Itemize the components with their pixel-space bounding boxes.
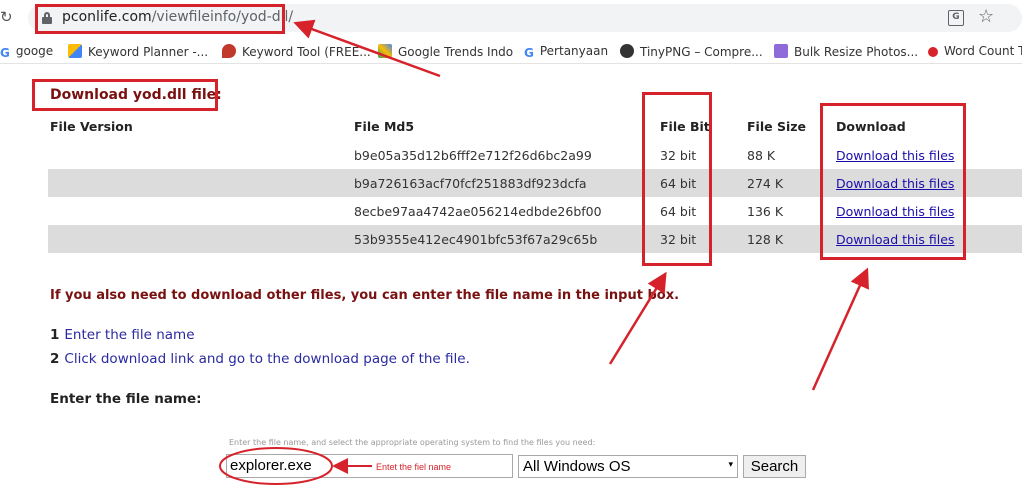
bookmark-keyword-planner[interactable]: Keyword Planner -... [68, 44, 208, 59]
bookmarks-bar: Ggooge Keyword Planner -... Keyword Tool… [0, 38, 1022, 64]
bookmark-tinypng[interactable]: TinyPNG – Compre... [620, 44, 763, 59]
os-select[interactable]: All Windows OS ▾ [518, 455, 738, 478]
enter-file-name-label: Enter the file name: [50, 391, 202, 407]
google-icon: G [0, 46, 10, 60]
annotation-box-file-bit [642, 92, 712, 266]
bookmark-google-trends[interactable]: Google Trends Indo [378, 44, 513, 59]
annotation-arrow-download [811, 267, 869, 391]
search-hint: Enter the file name, and select the appr… [229, 438, 596, 447]
header-file-md5: File Md5 [354, 119, 415, 134]
step-2: 2 Click download link and go to the downl… [50, 351, 470, 367]
file-size: 88 K [747, 148, 776, 163]
translate-icon[interactable]: G [948, 10, 964, 26]
file-name-input[interactable]: explorer.exe [226, 454, 513, 478]
file-size: 274 K [747, 176, 784, 191]
annotation-box-heading [32, 79, 218, 111]
bookmark-star-icon[interactable]: ☆ [978, 6, 994, 27]
header-file-version: File Version [50, 119, 133, 134]
os-select-value: All Windows OS [523, 458, 631, 475]
annotation-input-note: Entet the fiel name [376, 462, 452, 472]
file-md5: b9a726163acf70fcf251883df923dcfa [354, 176, 587, 191]
search-button[interactable]: Search [743, 455, 806, 478]
bookmark-pertanyaan[interactable]: G Pertanyaan [524, 44, 608, 60]
tinypng-icon [620, 44, 634, 58]
reload-icon[interactable]: ↻ [0, 8, 13, 26]
file-md5: 8ecbe97aa4742ae056214edbde26bf00 [354, 204, 602, 219]
file-md5: 53b9355e412ec4901bfc53f67a29c65b [354, 232, 598, 247]
bulk-resize-icon [774, 44, 788, 58]
file-md5: b9e05a35d12b6fff2e712f26d6bc2a99 [354, 148, 592, 163]
annotation-box-url [35, 4, 285, 34]
file-size: 128 K [747, 232, 784, 247]
step-1: 1 Enter the file name [50, 327, 195, 343]
intro-text: If you also need to download other files… [50, 288, 680, 303]
chevron-down-icon: ▾ [728, 459, 733, 469]
header-file-size: File Size [747, 119, 806, 134]
bookmark-word-count[interactable]: Word Count T [928, 44, 1022, 58]
bookmark-googe[interactable]: Ggooge [0, 44, 53, 60]
bookmark-keyword-tool[interactable]: Keyword Tool (FREE... [222, 44, 371, 59]
annotation-box-download [820, 103, 966, 260]
bookmark-bulk-resize[interactable]: Bulk Resize Photos... [774, 44, 918, 59]
google-icon: G [524, 46, 534, 60]
google-ads-icon [68, 44, 82, 58]
file-size: 136 K [747, 204, 784, 219]
word-count-icon [928, 47, 938, 57]
google-trends-icon [378, 44, 392, 58]
keyword-tool-icon [222, 44, 236, 58]
